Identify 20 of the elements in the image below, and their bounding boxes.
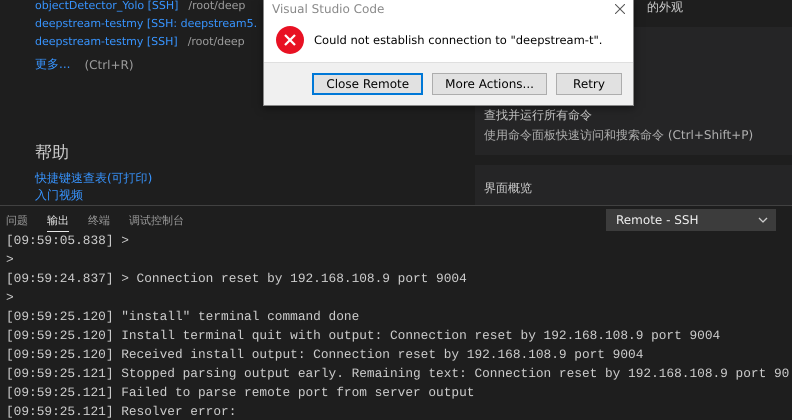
card-title: 查找并运行所有命令 — [484, 107, 593, 124]
card-title: 界面概览 — [484, 180, 533, 197]
dialog-title: Visual Studio Code — [272, 2, 384, 16]
shortcut-hint: (Ctrl+R) — [84, 58, 134, 72]
output-line: [09:59:25.121] Stopped parsing output early. Remaining text: Connection reset by 192.168.108.9 port 90 — [6, 365, 790, 383]
card-description: 使用命令面板快速访问和搜索命令 (Ctrl+Shift+P) — [484, 127, 754, 144]
output-line: [09:59:25.120] "install" terminal command done — [6, 308, 360, 326]
help-heading: 帮助 — [35, 142, 70, 164]
welcome-text: 的外观 — [647, 0, 683, 14]
output-line: [09:59:25.121] Failed to parse remote port from server output — [6, 384, 476, 402]
output-line: > — [6, 289, 15, 307]
recent-folder-path: /root/deep — [188, 0, 246, 12]
output-line: [09:59:25.120] Received install output: Connection reset by 192.168.108.9 port 9004 — [6, 346, 644, 364]
dialog-message: Could not establish connection to "deepstream-t". — [314, 33, 602, 47]
output-line: [09:59:25.121] Resolver error: — [6, 403, 238, 420]
recent-folder-path: /root/deep — [188, 34, 245, 48]
output-line: [09:59:05.838] > — [6, 232, 130, 250]
output-line: [09:59:24.837] > Connection reset by 192.168.108.9 port 9004 — [6, 270, 468, 288]
output-line: [09:59:25.120] Install terminal quit with output: Connection reset by 192.168.108.9 port 9004 — [6, 327, 722, 345]
output-line: > — [6, 251, 15, 269]
